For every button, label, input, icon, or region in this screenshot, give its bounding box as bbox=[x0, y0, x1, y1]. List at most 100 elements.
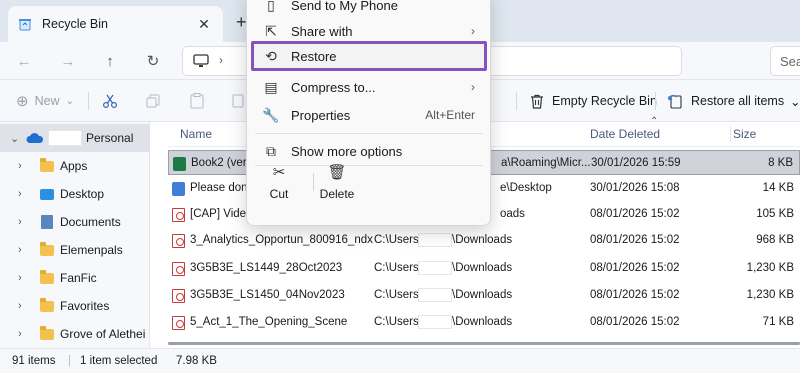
date-deleted: 08/01/2026 15:02 bbox=[590, 234, 680, 246]
toolbar-divider bbox=[516, 92, 517, 110]
paste-icon[interactable] bbox=[190, 80, 204, 122]
sidebar-item-personal[interactable]: ⌄ Personal bbox=[0, 124, 150, 152]
shortcut-file-icon bbox=[172, 182, 185, 196]
item-count: 91 items bbox=[12, 355, 56, 367]
forward-arrow-icon[interactable]: → bbox=[58, 51, 78, 71]
menu-item-show-more-options[interactable]: ⧉ Show more options bbox=[251, 137, 487, 165]
chevron-down-icon: ⌄ bbox=[10, 132, 20, 145]
file-location: oads bbox=[500, 208, 525, 220]
column-header-name[interactable]: Name bbox=[180, 122, 212, 146]
file-size: 105 KB bbox=[756, 208, 794, 220]
excel-file-icon bbox=[173, 157, 186, 171]
tab-recycle-bin[interactable]: Recycle Bin ✕ bbox=[8, 6, 223, 42]
horizontal-scrollbar[interactable] bbox=[168, 342, 800, 345]
date-deleted: 08/01/2026 15:02 bbox=[590, 289, 680, 301]
restore-all-icon bbox=[668, 94, 682, 109]
sidebar-item-label: Elemenpals bbox=[60, 243, 123, 257]
restore-icon: ⟲ bbox=[265, 47, 277, 64]
folder-icon bbox=[40, 297, 54, 312]
table-row[interactable]: 5_Act_1_The_Opening_Scene C:\Users\ \Dow… bbox=[168, 310, 800, 335]
chevron-right-icon: › bbox=[18, 188, 22, 200]
table-row[interactable]: 3G5B3E_LS1449_28Oct2023 C:\Users\ \Downl… bbox=[168, 256, 800, 281]
sidebar-item-label: Apps bbox=[60, 159, 88, 173]
toolbar-divider bbox=[655, 92, 656, 110]
sidebar-item-fanfic[interactable]: › FanFic bbox=[0, 264, 150, 292]
file-name: 3_Analytics_Opportun_800916_ndx bbox=[190, 234, 373, 246]
file-size: 968 KB bbox=[756, 234, 794, 246]
share-icon: ⇱ bbox=[265, 22, 277, 39]
properties-shortcut: Alt+Enter bbox=[425, 108, 475, 122]
scissors-icon bbox=[102, 94, 118, 109]
trash-icon bbox=[531, 94, 543, 109]
cut-label: Cut bbox=[269, 187, 289, 201]
table-row[interactable]: 3G5B3E_LS1450_04Nov2023 C:\Users\ \Downl… bbox=[168, 283, 800, 308]
more-options-icon[interactable]: ⌄ bbox=[790, 80, 800, 122]
folder-icon bbox=[40, 157, 54, 172]
chevron-right-icon: › bbox=[219, 53, 223, 67]
redacted-user bbox=[418, 288, 452, 302]
menu-item-label: Share with bbox=[291, 23, 353, 39]
file-name: [CAP] Video bbox=[190, 208, 253, 220]
sidebar-item-grove[interactable]: › Grove of Alethei bbox=[0, 320, 150, 348]
file-name: Please don't bbox=[190, 182, 253, 194]
table-row[interactable]: 3_Analytics_Opportun_800916_ndx C:\Users… bbox=[168, 228, 800, 253]
up-arrow-icon[interactable]: ↑ bbox=[100, 51, 120, 71]
folder-icon bbox=[40, 241, 54, 256]
cut-menu-button[interactable]: ✂ Cut bbox=[249, 163, 309, 213]
copy-icon[interactable] bbox=[146, 80, 160, 122]
pdf-file-icon bbox=[172, 316, 185, 330]
folder-icon bbox=[40, 269, 54, 284]
sidebar-item-favorites[interactable]: › Favorites bbox=[0, 292, 150, 320]
menu-item-compress[interactable]: ▤ Compress to... › bbox=[251, 73, 487, 101]
back-arrow-icon[interactable]: ← bbox=[14, 51, 34, 71]
restore-all-button[interactable]: Restore all items bbox=[668, 80, 784, 122]
status-bar: 91 items | 1 item selected 7.98 KB bbox=[0, 348, 800, 373]
file-name: 3G5B3E_LS1450_04Nov2023 bbox=[190, 289, 345, 301]
search-input[interactable]: Sea bbox=[770, 46, 800, 76]
file-location-suffix: \Downloads bbox=[452, 316, 513, 328]
chevron-right-icon: › bbox=[18, 216, 22, 228]
file-location-prefix: C:\Users\ bbox=[374, 316, 422, 328]
column-header-size[interactable]: Size bbox=[733, 122, 756, 146]
file-size: 1,230 KB bbox=[746, 289, 794, 301]
documents-icon bbox=[41, 215, 53, 229]
pdf-file-icon bbox=[172, 208, 185, 222]
new-label: New bbox=[34, 94, 60, 108]
file-name: 3G5B3E_LS1449_28Oct2023 bbox=[190, 262, 343, 274]
cut-button[interactable] bbox=[102, 80, 118, 122]
sort-chevron-icon: ⌃ bbox=[650, 116, 659, 127]
new-tab-icon[interactable]: + bbox=[236, 12, 247, 33]
sidebar-item-documents[interactable]: › Documents bbox=[0, 208, 150, 236]
file-size: 14 KB bbox=[762, 182, 794, 194]
menu-item-restore[interactable]: ⟲ Restore bbox=[251, 41, 487, 71]
file-size: 71 KB bbox=[762, 316, 794, 328]
refresh-icon[interactable]: ↻ bbox=[143, 51, 163, 71]
pdf-file-icon bbox=[172, 262, 185, 276]
delete-menu-button[interactable]: 🗑 Delete bbox=[307, 163, 367, 213]
navigation-pane: ⌄ Personal › Apps › Desktop › Documents … bbox=[0, 122, 150, 348]
close-tab-icon[interactable]: ✕ bbox=[195, 16, 213, 33]
folder-icon bbox=[40, 325, 54, 340]
chevron-right-icon: › bbox=[471, 80, 475, 94]
file-location-suffix: \Downloads bbox=[452, 289, 513, 301]
redacted-user bbox=[418, 315, 452, 329]
chevron-right-icon: › bbox=[471, 24, 475, 38]
tab-title: Recycle Bin bbox=[42, 17, 108, 31]
sidebar-item-apps[interactable]: › Apps bbox=[0, 152, 150, 180]
trash-icon: 🗑 bbox=[327, 164, 347, 181]
external-link-icon: ⧉ bbox=[266, 142, 276, 159]
sidebar-item-elemenpals[interactable]: › Elemenpals bbox=[0, 236, 150, 264]
selected-count: 1 item selected bbox=[80, 355, 158, 367]
rename-icon[interactable] bbox=[232, 80, 244, 122]
context-menu: ▯ Send to My Phone ⇱ Share with › ⟲ Rest… bbox=[246, 0, 491, 226]
sidebar-item-label: Desktop bbox=[60, 187, 105, 201]
empty-recycle-bin-button[interactable]: Empty Recycle Bin bbox=[530, 80, 657, 122]
sidebar-item-label: Grove of Alethei bbox=[60, 327, 146, 341]
sidebar-item-desktop[interactable]: › Desktop bbox=[0, 180, 150, 208]
date-deleted: 08/01/2026 15:02 bbox=[590, 262, 680, 274]
plus-circle-icon: ⊕ bbox=[16, 93, 29, 110]
menu-item-properties[interactable]: 🔧 Properties Alt+Enter bbox=[251, 101, 487, 129]
scissors-icon: ✂ bbox=[272, 164, 286, 181]
new-button[interactable]: ⊕ New ⌄ bbox=[16, 80, 74, 122]
toolbar-divider bbox=[88, 92, 89, 110]
